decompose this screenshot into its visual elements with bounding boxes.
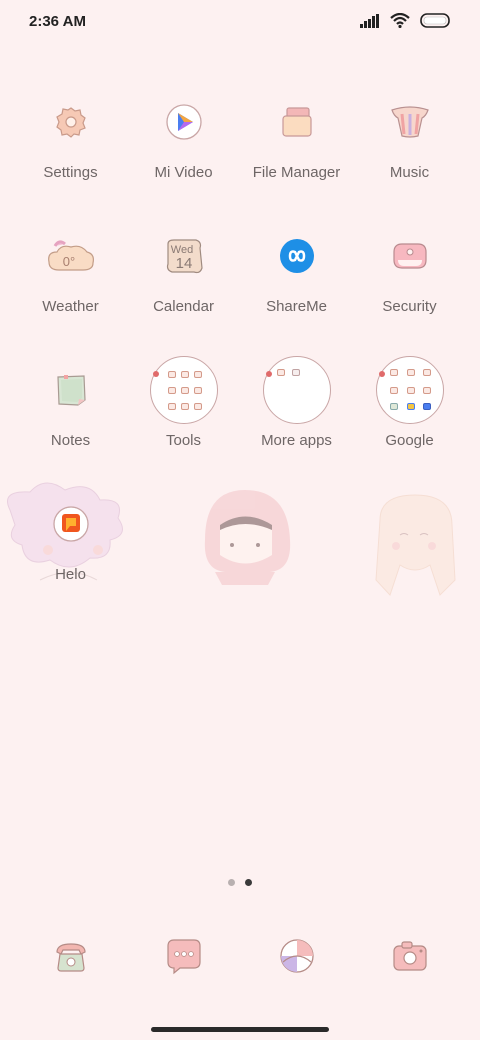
app-label: File Manager	[252, 164, 341, 181]
file-manager-icon	[263, 88, 331, 156]
dock-browser[interactable]	[277, 936, 317, 976]
app-label: Music	[389, 164, 430, 181]
wifi-icon	[390, 13, 410, 28]
app-mini-icon	[422, 403, 431, 410]
camera-icon	[393, 941, 427, 971]
app-label: Security	[382, 298, 437, 315]
folder-background	[262, 356, 331, 424]
notification-dot	[378, 371, 385, 377]
tool-mini-icon	[193, 403, 202, 410]
app-label: Notes	[50, 432, 91, 449]
helo-icon	[37, 490, 105, 558]
weather-icon: 0°	[37, 222, 105, 290]
app-mini-icon	[406, 387, 415, 394]
dock-phone[interactable]	[51, 936, 91, 976]
app-mini-icon	[422, 387, 431, 394]
tool-mini-icon	[167, 387, 176, 394]
app-mini-icon	[276, 369, 285, 376]
app-label: Mi Video	[154, 164, 213, 181]
calendar-icon: Wed 14	[150, 222, 218, 290]
status-icons	[360, 13, 452, 28]
tool-mini-icon	[180, 387, 189, 394]
app-weather[interactable]: 0° Weather	[14, 222, 127, 315]
app-label: Calendar	[153, 298, 214, 315]
notification-dot	[152, 371, 159, 377]
calendar-date: 14	[175, 255, 192, 272]
app-mini-icon	[422, 369, 431, 376]
more-apps-folder-icon	[262, 356, 331, 424]
phone-icon	[56, 943, 86, 972]
browser-icon	[280, 939, 314, 973]
app-mini-icon	[389, 387, 398, 394]
app-mini-icon	[406, 369, 415, 376]
dock-messages[interactable]	[164, 936, 204, 976]
app-music[interactable]: Music	[353, 88, 466, 181]
shareme-icon	[263, 222, 331, 290]
google-folder-icon	[375, 356, 444, 424]
tool-mini-icon	[167, 371, 176, 378]
tool-mini-icon	[193, 371, 202, 378]
folder-background	[375, 356, 444, 424]
home-indicator[interactable]	[151, 1027, 329, 1032]
app-settings[interactable]: Settings	[14, 88, 127, 181]
status-bar: 2:36 AM	[0, 0, 480, 44]
app-label: More apps	[261, 432, 332, 449]
app-mini-icon	[406, 403, 415, 410]
dock-camera[interactable]	[390, 936, 430, 976]
page-dot-active[interactable]	[245, 879, 252, 886]
app-file-manager[interactable]: File Manager	[240, 88, 353, 181]
app-mini-icon	[389, 403, 398, 410]
tool-mini-icon	[180, 403, 189, 410]
app-label: Tools	[165, 432, 202, 449]
app-helo[interactable]: Helo	[14, 490, 127, 583]
app-mini-icon	[291, 369, 300, 376]
app-label: Google	[385, 432, 434, 449]
tools-folder-icon	[149, 356, 218, 424]
folder-background	[149, 356, 218, 424]
tool-mini-icon	[193, 387, 202, 394]
page-indicator	[228, 879, 252, 886]
mi-video-icon	[150, 88, 218, 156]
notes-icon	[37, 356, 105, 424]
app-tools-folder[interactable]: Tools	[127, 356, 240, 449]
tool-mini-icon	[167, 403, 176, 410]
weather-temp: 0°	[62, 254, 74, 269]
notification-dot	[265, 371, 272, 377]
app-mini-icon	[389, 369, 398, 376]
battery-icon	[420, 13, 452, 28]
app-shareme[interactable]: ShareMe	[240, 222, 353, 315]
security-icon	[376, 222, 444, 290]
app-label: Weather	[42, 298, 99, 315]
messages-icon	[167, 939, 201, 975]
tool-mini-icon	[180, 371, 189, 378]
app-calendar[interactable]: Wed 14 Calendar	[127, 222, 240, 315]
app-notes[interactable]: Notes	[14, 356, 127, 449]
app-label: Helo	[55, 566, 86, 583]
status-time: 2:36 AM	[29, 13, 86, 30]
dock	[0, 936, 480, 980]
signal-icon	[360, 13, 380, 28]
app-security[interactable]: Security	[353, 222, 466, 315]
music-icon	[376, 88, 444, 156]
app-more-apps-folder[interactable]: More apps	[240, 356, 353, 449]
page-dot[interactable]	[228, 879, 235, 886]
app-google-folder[interactable]: Google	[353, 356, 466, 449]
settings-icon	[37, 88, 105, 156]
app-label: Settings	[43, 164, 98, 181]
app-label: ShareMe	[266, 298, 327, 315]
app-mi-video[interactable]: Mi Video	[127, 88, 240, 181]
